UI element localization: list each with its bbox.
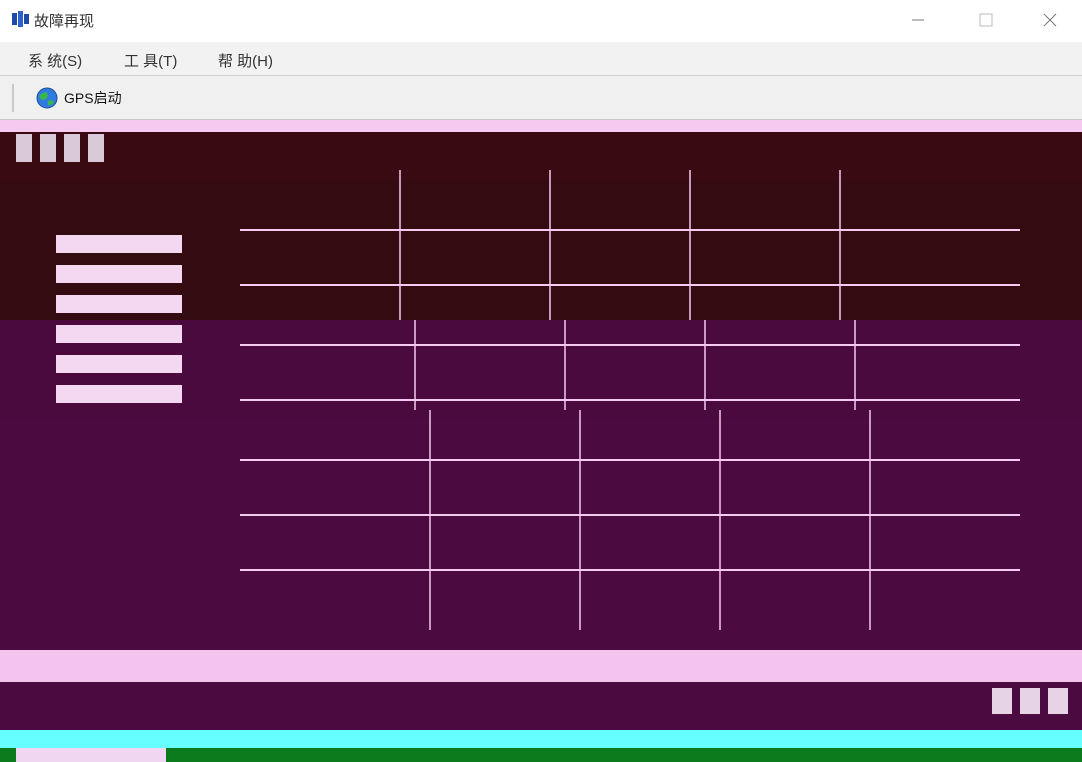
title-bar: 故障再现 (0, 0, 1082, 42)
band-separator (0, 650, 1082, 682)
menu-tools[interactable]: 工 具(T) (124, 50, 177, 71)
band-status-top (0, 730, 1082, 748)
close-button[interactable] (1038, 8, 1062, 32)
left-panel-field (56, 355, 182, 373)
signal-plot (240, 170, 1020, 630)
tab-4[interactable] (88, 134, 104, 162)
toolbar-grip (12, 84, 14, 112)
footer-controls (992, 688, 1068, 714)
tab-2[interactable] (40, 134, 56, 162)
band-controls (0, 682, 1082, 730)
left-panel-field (56, 235, 182, 253)
left-panel-field (56, 265, 182, 283)
menu-bar: 系 统(S) 工 具(T) 帮 助(H) (0, 42, 1082, 76)
gps-button-label: GPS启动 (64, 90, 122, 106)
window-title: 故障再现 (34, 13, 95, 30)
gps-start-button[interactable]: GPS启动 (32, 85, 126, 111)
menu-system[interactable]: 系 统(S) (28, 50, 82, 71)
menu-help[interactable]: 帮 助(H) (218, 50, 273, 71)
minimize-icon (912, 19, 924, 21)
left-panel-field (56, 385, 182, 403)
control-button[interactable] (1048, 688, 1068, 714)
globe-icon (36, 87, 58, 109)
horizontal-trace-lines (240, 229, 1020, 571)
band-top-strip (0, 120, 1082, 132)
tab-1[interactable] (16, 134, 32, 162)
minimize-button[interactable] (906, 8, 930, 32)
close-icon (1043, 13, 1057, 27)
left-panel-field (56, 325, 182, 343)
maximize-button[interactable] (974, 8, 998, 32)
left-panel (56, 235, 196, 415)
toolbar: GPS启动 (0, 76, 1082, 120)
control-button[interactable] (992, 688, 1012, 714)
tab-3[interactable] (64, 134, 80, 162)
left-panel-field (56, 295, 182, 313)
tab-row (16, 134, 104, 162)
maximize-icon (979, 13, 993, 27)
status-text-area (16, 748, 166, 762)
app-icon (12, 11, 29, 27)
control-button[interactable] (1020, 688, 1040, 714)
main-content-area (0, 120, 1082, 762)
